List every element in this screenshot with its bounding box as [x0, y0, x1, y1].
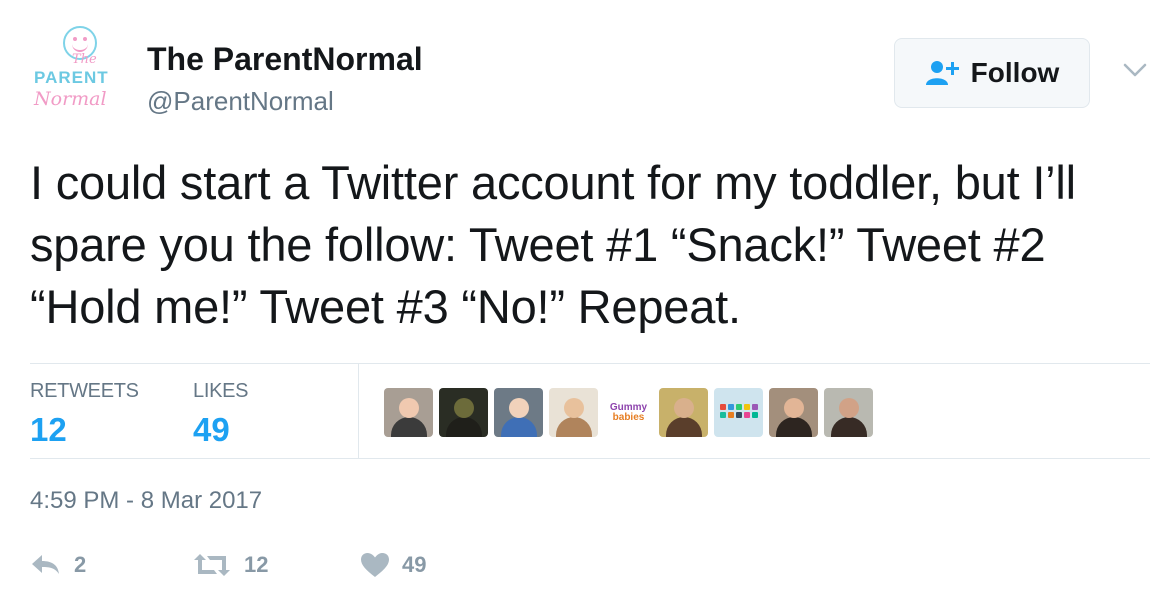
divider [358, 364, 359, 458]
retweet-icon [194, 554, 230, 576]
likes-count: 49 [193, 411, 230, 448]
person-silhouette [391, 417, 427, 437]
follow-button[interactable]: Follow [894, 38, 1090, 108]
tweet-timestamp[interactable]: 4:59 PM - 8 Mar 2017 [30, 487, 262, 515]
liker-avatar[interactable] [549, 388, 598, 437]
liker-avatar[interactable] [769, 388, 818, 437]
add-user-icon [925, 61, 959, 85]
divider [30, 363, 1150, 364]
liker-avatar[interactable] [659, 388, 708, 437]
person-head [674, 398, 694, 418]
heart-icon [361, 553, 389, 577]
person-head [564, 398, 584, 418]
logo-text-normal: Normal [34, 88, 107, 110]
retweets-count: 12 [30, 411, 67, 448]
retweet-button[interactable]: 12 [192, 552, 268, 578]
reply-icon [32, 555, 59, 574]
person-head [454, 398, 474, 418]
author-handle[interactable]: @ParentNormal [147, 86, 334, 117]
person-silhouette [556, 417, 592, 437]
logo-text-the: The [72, 52, 97, 67]
tweet-header: The PARENT Normal The ParentNormal @Pare… [30, 22, 1150, 122]
likes-label: LIKES [193, 380, 249, 402]
person-silhouette [776, 417, 812, 437]
tweet-text: I could start a Twitter account for my t… [30, 156, 1076, 333]
person-head [399, 398, 419, 418]
person-silhouette [831, 417, 867, 437]
likes-stat[interactable]: LIKES 49 [193, 380, 249, 449]
retweets-stat[interactable]: RETWEETS 12 [30, 380, 139, 449]
logo-text-parent: PARENT [34, 68, 109, 87]
liker-avatar[interactable]: Gummy babies [604, 388, 653, 437]
avatar[interactable]: The PARENT Normal [30, 24, 130, 119]
like-count: 49 [402, 552, 427, 577]
liker-avatar[interactable] [714, 388, 763, 437]
liker-avatar[interactable] [824, 388, 873, 437]
liker-avatar[interactable] [439, 388, 488, 437]
reply-button[interactable]: 2 [30, 552, 86, 578]
like-button[interactable]: 49 [360, 552, 426, 578]
retweet-count: 12 [244, 552, 269, 577]
liker-avatar[interactable] [384, 388, 433, 437]
person-silhouette [446, 417, 482, 437]
app-icons-graphic [720, 404, 758, 418]
liker-logo-text: babies [612, 411, 645, 423]
person-silhouette [666, 417, 702, 437]
liker-avatar[interactable] [494, 388, 543, 437]
follow-button-label: Follow [970, 57, 1060, 88]
person-head [509, 398, 529, 418]
person-silhouette [501, 417, 537, 437]
likers-avatars: Gummy babies [384, 388, 873, 437]
reply-count: 2 [74, 552, 87, 577]
divider [30, 458, 1150, 459]
retweets-label: RETWEETS [30, 380, 139, 402]
chevron-down-icon[interactable] [1123, 60, 1147, 80]
liker-logo-text: Gummy [609, 401, 648, 413]
author-name[interactable]: The ParentNormal [147, 41, 423, 78]
person-head [784, 398, 804, 418]
person-head [839, 398, 859, 418]
